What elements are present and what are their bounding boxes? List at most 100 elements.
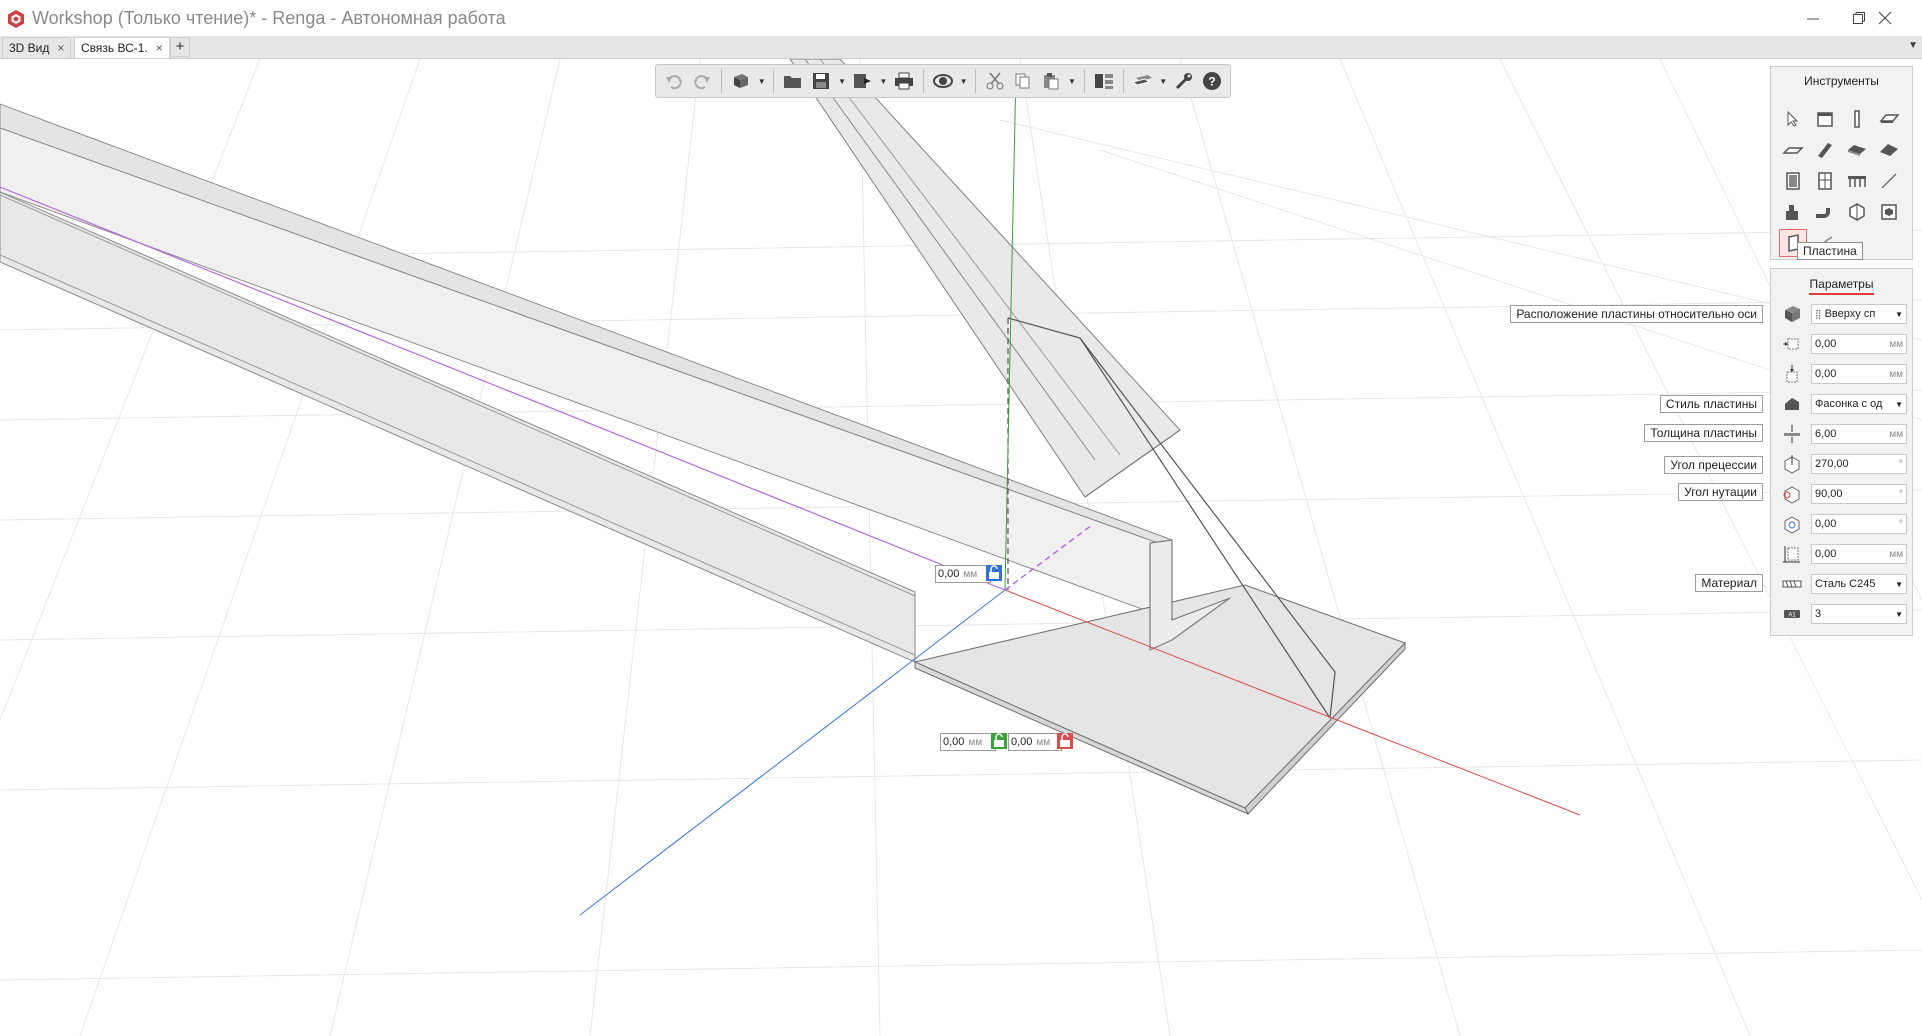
export-icon	[853, 74, 871, 88]
precession-angle-input[interactable]: 270,00 °	[1811, 454, 1907, 474]
offset-x-input[interactable]: 0,00 мм	[1811, 334, 1907, 354]
paste-dropdown-icon[interactable]: ▼	[1067, 68, 1076, 94]
x-offset-input[interactable]: 0,00 мм	[1008, 733, 1062, 751]
tool-window[interactable]	[1811, 167, 1839, 195]
orbit-button[interactable]	[931, 68, 955, 94]
tool-line[interactable]	[1875, 167, 1903, 195]
tool-beam[interactable]	[1811, 136, 1839, 164]
views-dropdown-icon[interactable]: ▼	[1159, 68, 1168, 94]
renga-logo-icon	[8, 10, 24, 28]
parameters-panel-title: Параметры	[1809, 277, 1874, 291]
align-top-icon: ⣿	[1815, 308, 1822, 319]
tool-floor[interactable]	[1779, 136, 1807, 164]
toolbar-separator	[975, 69, 977, 93]
elevation-input[interactable]: 0,00 мм	[1811, 544, 1907, 564]
3d-scene[interactable]	[0, 59, 1922, 1036]
param-label-thickness: Толщина пластины	[1644, 424, 1763, 442]
export-button[interactable]	[851, 68, 875, 94]
y-offset-input[interactable]: 0,00 мм	[940, 733, 996, 751]
paste-button[interactable]	[1039, 68, 1063, 94]
svg-text:?: ?	[1208, 75, 1215, 89]
material-select[interactable]: Сталь С245 ▼	[1811, 574, 1907, 594]
undo-button[interactable]	[662, 68, 686, 94]
element-icon	[1849, 203, 1865, 221]
tool-roof[interactable]	[1875, 136, 1903, 164]
tool-stair[interactable]	[1843, 136, 1871, 164]
tool-tooltip: Пластина	[1797, 242, 1863, 260]
chevron-down-icon: ▼	[1895, 579, 1903, 589]
tool-element[interactable]	[1843, 198, 1871, 226]
views-button[interactable]	[1131, 68, 1155, 94]
tool-railing[interactable]	[1843, 167, 1871, 195]
toolbar-separator	[1083, 69, 1085, 93]
railing-icon	[1848, 176, 1866, 187]
save-dropdown-icon[interactable]: ▼	[837, 68, 846, 94]
tool-door[interactable]	[1779, 167, 1807, 195]
unlock-y-icon[interactable]	[991, 733, 1007, 749]
material-icon	[1779, 573, 1805, 595]
offset-y-input[interactable]: 0,00 мм	[1811, 364, 1907, 384]
parameters-panel: Параметры ⣿ Вверху сп ▼ 0,00 мм 0,00 мм Фасо…	[1770, 268, 1913, 636]
tab-list-dropdown-icon[interactable]: ▼	[1908, 40, 1918, 51]
svg-text:A1: A1	[1788, 613, 1796, 619]
add-tab-button[interactable]: +	[170, 37, 190, 57]
3d-viewport[interactable]: 0,00 мм 0,00 мм 0,00 мм	[0, 59, 1922, 1036]
mark-select[interactable]: 3 ▼	[1811, 604, 1907, 624]
help-icon: ?	[1202, 72, 1221, 90]
nutation-icon	[1779, 483, 1805, 505]
save-button[interactable]	[809, 68, 833, 94]
tool-assembly[interactable]	[1875, 198, 1903, 226]
unlock-x-icon[interactable]	[1057, 733, 1073, 749]
param-label-nutation: Угол нутации	[1678, 483, 1763, 501]
tool-wall[interactable]	[1811, 105, 1839, 133]
rotation-angle-input[interactable]: 0,00 °	[1811, 514, 1907, 534]
z-offset-input[interactable]: 0,00 мм	[935, 565, 991, 583]
view-cube-button[interactable]	[729, 68, 753, 94]
cut-button[interactable]	[983, 68, 1007, 94]
param-row-mark: A1 3 ▼	[1779, 602, 1907, 626]
param-row-elevation: 0,00 мм	[1779, 542, 1907, 566]
redo-button[interactable]	[690, 68, 714, 94]
view-dropdown-icon[interactable]: ▼	[757, 68, 766, 94]
unlock-z-icon[interactable]	[986, 565, 1002, 581]
views-icon	[1131, 75, 1152, 86]
cut-icon	[986, 72, 1004, 90]
nutation-angle-input[interactable]: 90,00 °	[1811, 484, 1907, 504]
tool-select[interactable]	[1779, 105, 1807, 133]
copy-button[interactable]	[1011, 68, 1035, 94]
stair-icon	[1848, 145, 1866, 156]
redo-icon	[694, 75, 711, 90]
param-label-material: Материал	[1695, 574, 1763, 592]
minimize-button[interactable]	[1790, 4, 1836, 32]
position-select[interactable]: ⣿ Вверху сп ▼	[1811, 304, 1907, 324]
plate-style-icon	[1779, 393, 1805, 415]
layers-button[interactable]	[1092, 68, 1116, 94]
tool-slab[interactable]	[1875, 105, 1903, 133]
toolbar-separator	[721, 69, 723, 93]
print-button[interactable]	[892, 68, 916, 94]
tab-connection-vs1[interactable]: Связь ВС-1. ×	[74, 37, 170, 58]
close-tab-icon[interactable]: ×	[156, 41, 163, 55]
open-button[interactable]	[781, 68, 805, 94]
param-label-position: Расположение пластины относительно оси	[1510, 305, 1763, 323]
tools-panel-title: Инструменты	[1804, 74, 1879, 88]
close-window-button[interactable]	[1862, 4, 1908, 32]
orbit-dropdown-icon[interactable]: ▼	[959, 68, 968, 94]
help-button[interactable]: ?	[1200, 68, 1224, 94]
tool-pipe[interactable]	[1811, 198, 1839, 226]
assembly-icon	[1881, 204, 1897, 220]
thickness-input[interactable]: 6,00 мм	[1811, 424, 1907, 444]
tool-equipment[interactable]	[1779, 198, 1807, 226]
export-dropdown-icon[interactable]: ▼	[879, 68, 888, 94]
tab-3d-view[interactable]: 3D Вид ×	[2, 37, 72, 58]
settings-button[interactable]	[1172, 68, 1196, 94]
param-row-position: ⣿ Вверху сп ▼	[1779, 302, 1907, 326]
elevation-icon	[1779, 543, 1805, 565]
tool-column[interactable]	[1843, 105, 1871, 133]
layers-icon	[1094, 74, 1113, 89]
window-title: Workshop (Только чтение)* - Renga - Авто…	[32, 8, 506, 28]
plate-style-select[interactable]: Фасонка с од ▼	[1811, 394, 1907, 414]
tab-bar: 3D Вид × Связь ВС-1. × + ▼	[0, 36, 1922, 59]
paste-icon	[1044, 73, 1059, 90]
close-tab-icon[interactable]: ×	[57, 41, 64, 55]
